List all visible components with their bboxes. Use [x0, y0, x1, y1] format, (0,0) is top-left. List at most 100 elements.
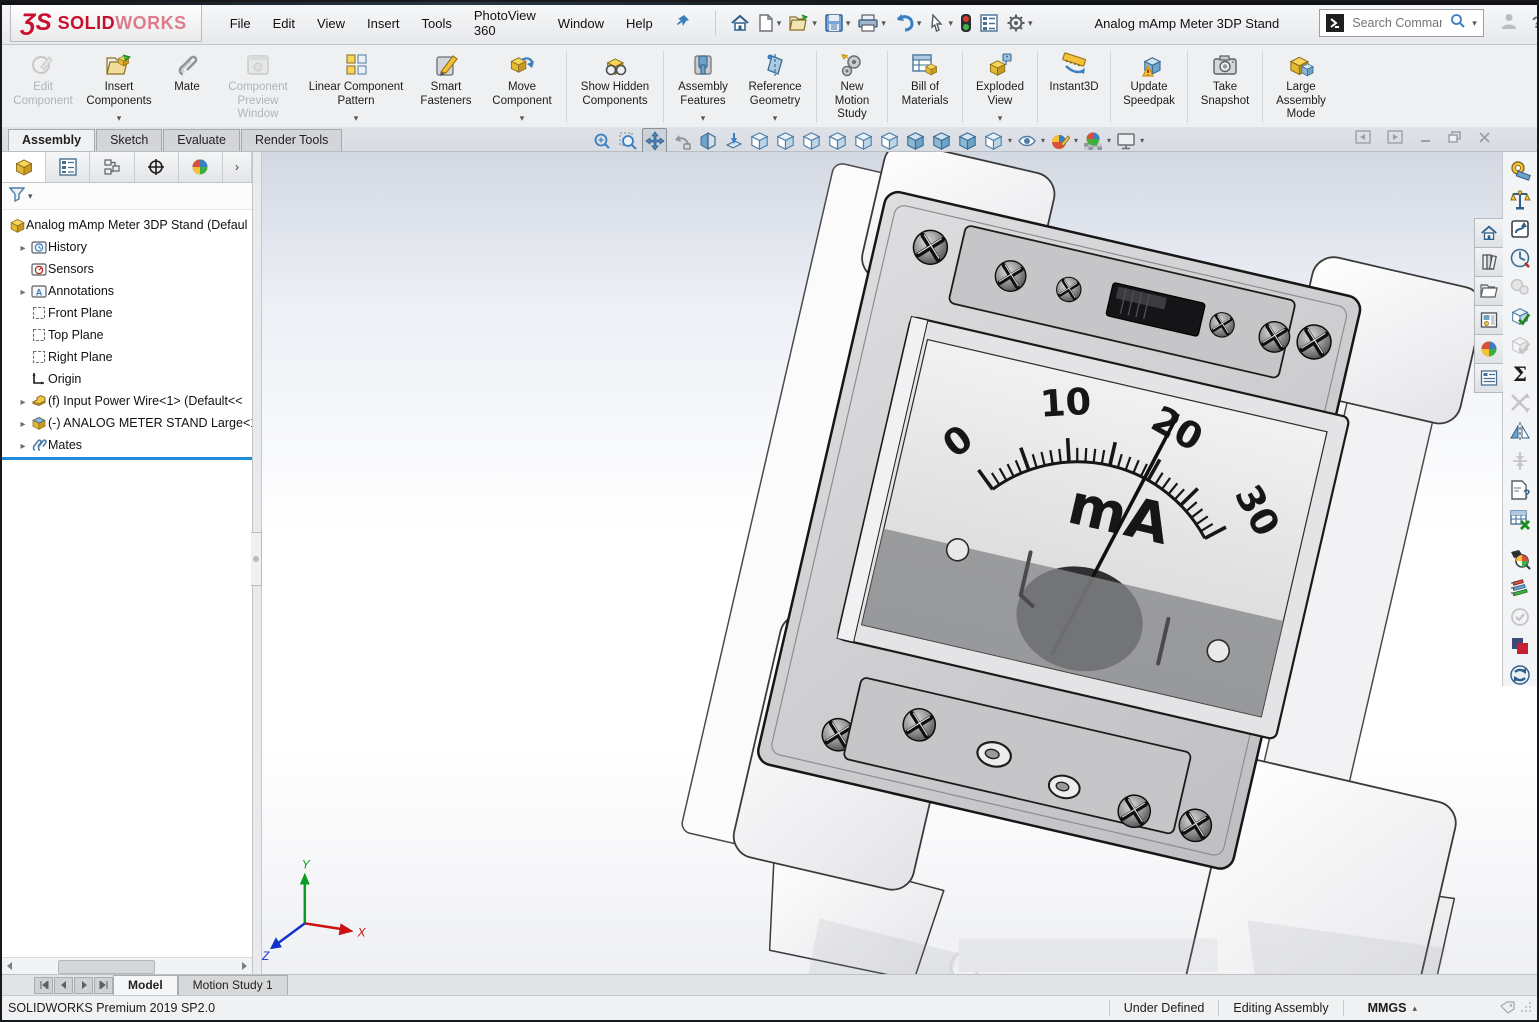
- print-button[interactable]: ▾: [855, 11, 888, 35]
- custom-properties-tab[interactable]: [1474, 363, 1503, 393]
- search-options-caret[interactable]: ▾: [1472, 18, 1477, 29]
- tree-item-analog-meter-stand[interactable]: (-) ANALOG METER STAND Large<1: [2, 412, 252, 434]
- tree-horizontal-scrollbar[interactable]: [2, 957, 252, 974]
- graphics-viewport[interactable]: 0102030 mA: [262, 152, 1537, 974]
- zoom-to-fit-icon[interactable]: [590, 129, 613, 152]
- new-motion-study-button[interactable]: New Motion Study: [822, 47, 882, 127]
- edit-appearance-caret[interactable]: ▾: [1074, 136, 1078, 145]
- display-style-icon[interactable]: [982, 129, 1005, 152]
- undo-button[interactable]: ▾: [891, 11, 924, 35]
- measure-icon[interactable]: [1509, 160, 1531, 182]
- search-magnifier-icon[interactable]: [1450, 13, 1466, 34]
- hide-show-items-icon[interactable]: [1015, 129, 1038, 152]
- zoom-to-area-icon[interactable]: [616, 129, 639, 152]
- curvature-analysis-icon[interactable]: [1509, 548, 1531, 570]
- first-tab-button[interactable]: [34, 977, 53, 994]
- edit-appearance-icon[interactable]: [1048, 129, 1071, 152]
- instant3d-button[interactable]: Instant3D: [1043, 47, 1105, 127]
- tree-item-front-plane[interactable]: Front Plane: [2, 302, 252, 324]
- open-button[interactable]: ▾: [786, 11, 819, 35]
- reorganize-components-icon[interactable]: [1509, 392, 1531, 414]
- tab-sketch[interactable]: Sketch: [96, 129, 162, 151]
- view-back-icon[interactable]: [774, 129, 797, 152]
- file-explorer-tab[interactable]: [1474, 276, 1503, 306]
- update-speedpak-button[interactable]: Update Speedpak: [1116, 47, 1182, 127]
- collaborate-sync-icon[interactable]: [1509, 664, 1531, 686]
- view-front-icon[interactable]: [748, 129, 771, 152]
- bill-of-materials-button[interactable]: Bill of Materials: [893, 47, 957, 127]
- mate-button[interactable]: Mate: [161, 47, 213, 127]
- tab-assembly[interactable]: Assembly: [8, 129, 95, 151]
- motion-study-tab[interactable]: Motion Study 1: [178, 975, 288, 995]
- display-shaded-with-edges-icon[interactable]: [904, 129, 927, 152]
- equations-icon[interactable]: Σ: [1509, 363, 1531, 385]
- view-settings-caret[interactable]: ▾: [1140, 136, 1144, 145]
- new-document-button[interactable]: ▾: [755, 11, 784, 35]
- performance-evaluation-icon[interactable]: [1509, 247, 1531, 269]
- section-properties-icon[interactable]: [1509, 218, 1531, 240]
- displaymanager-tab[interactable]: [179, 152, 223, 182]
- login-user-icon[interactable]: [1500, 12, 1518, 35]
- section-view-icon[interactable]: [696, 129, 719, 152]
- symmetry-check-icon[interactable]: [1509, 577, 1531, 599]
- apply-scene-caret[interactable]: ▾: [1107, 136, 1111, 145]
- view-left-icon[interactable]: [800, 129, 823, 152]
- edit-component-button[interactable]: Edit Component: [9, 47, 77, 127]
- design-library-tab[interactable]: [1474, 247, 1503, 277]
- mass-properties-icon[interactable]: [1509, 189, 1531, 211]
- taskpane-home-tab[interactable]: [1474, 218, 1503, 248]
- check-active-document-icon[interactable]: [1509, 305, 1531, 327]
- scroll-right-arrow[interactable]: [236, 959, 252, 973]
- menu-view[interactable]: View: [307, 11, 355, 36]
- view-top-icon[interactable]: [852, 129, 875, 152]
- prev-tab-button[interactable]: [54, 977, 73, 994]
- search-commands-box[interactable]: ▾: [1319, 9, 1484, 37]
- verification-icon[interactable]: [1509, 606, 1531, 628]
- expand-tabs-arrow[interactable]: ›: [223, 152, 252, 182]
- filter-caret[interactable]: ▾: [28, 191, 33, 202]
- component-preview-window-button[interactable]: Component Preview Window: [215, 47, 301, 127]
- doc-minimize-icon[interactable]: [1419, 131, 1432, 149]
- previous-view-icon[interactable]: [670, 129, 693, 152]
- tag-icon[interactable]: [1500, 1001, 1514, 1015]
- menu-tools[interactable]: Tools: [412, 11, 462, 36]
- design-table-icon[interactable]: [1509, 508, 1531, 530]
- collapse-right-pane-icon[interactable]: [1387, 130, 1403, 149]
- scrollbar-thumb[interactable]: [58, 960, 155, 974]
- units-selector[interactable]: MMGS: [1344, 1001, 1413, 1015]
- featuremanager-tree-tab[interactable]: [2, 152, 46, 182]
- pin-menu-icon[interactable]: [675, 13, 691, 34]
- linear-component-pattern-button[interactable]: Linear Component Pattern: [303, 47, 409, 127]
- menu-help[interactable]: Help: [616, 11, 663, 36]
- compare-documents-icon[interactable]: [1509, 635, 1531, 657]
- tree-item-origin[interactable]: Origin: [2, 368, 252, 390]
- reference-geometry-button[interactable]: Reference Geometry: [739, 47, 811, 127]
- view-right-icon[interactable]: [826, 129, 849, 152]
- assembly-visualization-icon[interactable]: [1509, 276, 1531, 298]
- file-properties-button[interactable]: [977, 11, 1001, 35]
- tree-root-assembly[interactable]: Analog mAmp Meter 3DP Stand (Defaul: [2, 214, 252, 236]
- model-tab[interactable]: Model: [113, 975, 178, 995]
- options-gear-button[interactable]: ▾: [1004, 11, 1035, 35]
- insert-components-button[interactable]: Insert Components: [79, 47, 159, 127]
- apply-scene-icon[interactable]: [1081, 129, 1104, 152]
- show-hidden-components-button[interactable]: Show Hidden Components: [572, 47, 658, 127]
- import-diagnostics-icon[interactable]: ?: [1509, 479, 1531, 501]
- tree-item-sensors[interactable]: Sensors: [2, 258, 252, 280]
- menu-edit[interactable]: Edit: [263, 11, 305, 36]
- tree-item-input-power-wire[interactable]: (f) Input Power Wire<1> (Default<<: [2, 390, 252, 412]
- select-button[interactable]: ▾: [926, 11, 955, 35]
- save-button[interactable]: ▾: [822, 11, 853, 35]
- display-style-caret[interactable]: ▾: [1008, 136, 1012, 145]
- propertymanager-tab[interactable]: [46, 152, 90, 182]
- menu-insert[interactable]: Insert: [357, 11, 410, 36]
- view-settings-icon[interactable]: [1114, 129, 1137, 152]
- menu-window[interactable]: Window: [548, 11, 614, 36]
- meter-assembly[interactable]: 0102030 mA: [662, 152, 1537, 974]
- units-caret[interactable]: ▴: [1412, 1003, 1417, 1014]
- exploded-view-button[interactable]: Exploded View: [968, 47, 1032, 127]
- splitter-handle[interactable]: [251, 532, 262, 586]
- configurationmanager-tab[interactable]: [90, 152, 134, 182]
- tree-item-top-plane[interactable]: Top Plane: [2, 324, 252, 346]
- display-shaded-icon[interactable]: [930, 129, 953, 152]
